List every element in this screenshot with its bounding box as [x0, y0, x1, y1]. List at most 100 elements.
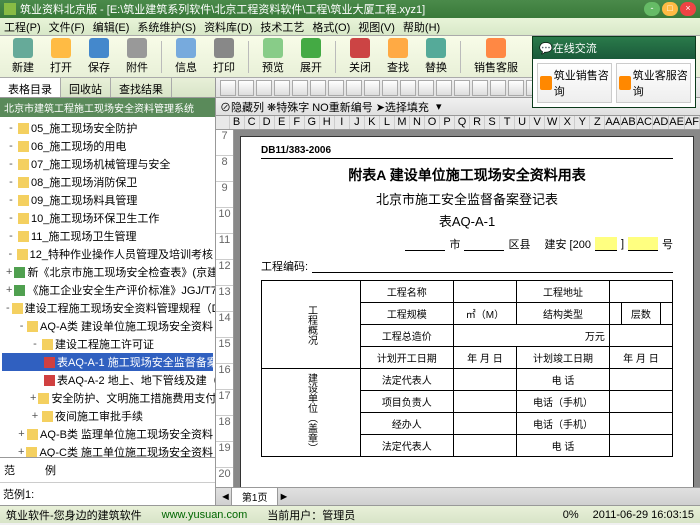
tree-toggle-icon[interactable]: - — [30, 338, 40, 350]
tree-node[interactable]: -08_施工现场消防保卫 — [2, 173, 213, 191]
district-field[interactable] — [464, 237, 504, 251]
tree-node[interactable]: +夜间施工审批手续 — [2, 407, 213, 425]
tree-toggle-icon[interactable]: - — [6, 212, 16, 224]
format-button[interactable] — [346, 80, 362, 96]
tree-toggle-icon[interactable]: + — [30, 410, 40, 422]
tree-node[interactable]: -11_施工现场卫生管理 — [2, 227, 213, 245]
tool-查找[interactable]: 查找 — [381, 36, 415, 77]
tree-toggle-icon[interactable]: - — [6, 248, 15, 260]
nav-prev[interactable]: ◄ — [220, 491, 231, 503]
tree-node[interactable]: -10_施工现场环保卫生工作 — [2, 209, 213, 227]
tree-node[interactable]: -建设工程施工许可证 — [2, 335, 213, 353]
format-button[interactable] — [490, 80, 506, 96]
tool-展开[interactable]: 展开 — [294, 36, 328, 77]
format-button[interactable] — [274, 80, 290, 96]
format-button[interactable] — [454, 80, 470, 96]
tree-node[interactable]: +AQ-C类 施工单位施工现场安全资料 — [2, 443, 213, 457]
city-field[interactable] — [405, 237, 445, 251]
format-button[interactable] — [310, 80, 326, 96]
tree-toggle-icon[interactable]: - — [6, 230, 16, 242]
tree-node[interactable]: +安全防护、文明施工措施费用支付证 — [2, 389, 213, 407]
tree-toggle-icon[interactable]: - — [18, 320, 25, 332]
chat-sales-button[interactable]: 筑业销售咨询 — [537, 63, 612, 103]
document-scroll[interactable]: DB11/383-2006 附表A 建设单位施工现场安全资料用表 北京市施工安全… — [234, 130, 700, 487]
tree-footer2: 范例1: — [0, 482, 215, 505]
page-tab-1[interactable]: 第1页 — [231, 487, 279, 505]
tree-node[interactable]: +新《北京市施工现场安全检查表》(京建施 — [2, 263, 213, 281]
format-button[interactable] — [400, 80, 416, 96]
tree-node[interactable]: -建设工程施工现场安全资料管理规程（DB11/ — [2, 299, 213, 317]
format-button[interactable] — [472, 80, 488, 96]
chat-support-button[interactable]: 筑业客服咨询 — [616, 63, 691, 103]
tree-node[interactable]: 表AQ-A-2 地上、地下管线及建（构 — [2, 371, 213, 389]
tree-toggle-icon[interactable]: - — [6, 122, 16, 134]
tree-toggle-icon[interactable]: + — [18, 446, 24, 457]
tool-预览[interactable]: 预览 — [256, 36, 290, 77]
tree-node[interactable]: +AQ-B类 监理单位施工现场安全资料 — [2, 425, 213, 443]
project-code-field[interactable] — [312, 259, 673, 273]
sidebar-tabs: 表格目录回收站查找结果 — [0, 78, 215, 98]
tree-node[interactable]: -06_施工现场的用电 — [2, 137, 213, 155]
tree-node[interactable]: -AQ-A类 建设单位施工现场安全资料 — [2, 317, 213, 335]
section-label2: 建设单位（盖章） — [262, 369, 361, 457]
minimize-button[interactable]: - — [644, 2, 660, 16]
tree-toggle-icon[interactable]: - — [6, 194, 16, 206]
tool-销售客服[interactable]: 销售客服 — [468, 36, 524, 77]
hide-col-button[interactable]: ⊘隐藏列 — [220, 99, 264, 115]
year-field[interactable] — [595, 237, 617, 251]
tool-保存[interactable]: 保存 — [82, 36, 116, 77]
tree-view[interactable]: -05_施工现场安全防护-06_施工现场的用电-07_施工现场机械管理与安全-0… — [0, 117, 215, 457]
maximize-button[interactable]: □ — [662, 2, 678, 16]
tree-toggle-icon[interactable]: - — [6, 302, 10, 314]
format-button[interactable] — [292, 80, 308, 96]
format-button[interactable] — [382, 80, 398, 96]
format-button[interactable] — [328, 80, 344, 96]
renumber-button[interactable]: NO重新编号 — [312, 99, 373, 115]
menu-item[interactable]: 文件(F) — [49, 19, 85, 35]
menu-item[interactable]: 工程(P) — [4, 19, 41, 35]
menu-item[interactable]: 格式(O) — [312, 19, 350, 35]
close-button[interactable]: × — [680, 2, 696, 16]
tree-toggle-icon[interactable]: - — [6, 176, 16, 188]
tool-打印[interactable]: 打印 — [207, 36, 241, 77]
format-button[interactable] — [436, 80, 452, 96]
menu-item[interactable]: 视图(V) — [358, 19, 395, 35]
tool-替换[interactable]: 替换 — [419, 36, 453, 77]
tree-node[interactable]: -07_施工现场机械管理与安全 — [2, 155, 213, 173]
menu-item[interactable]: 帮助(H) — [403, 19, 440, 35]
sidebar-tab[interactable]: 表格目录 — [0, 78, 61, 97]
tree-toggle-icon[interactable]: - — [6, 158, 16, 170]
number-field[interactable] — [628, 237, 658, 251]
menu-item[interactable]: 编辑(E) — [93, 19, 130, 35]
tree-node[interactable]: -09_施工现场料具管理 — [2, 191, 213, 209]
format-button[interactable] — [508, 80, 524, 96]
tree-node[interactable]: -12_特种作业操作人员管理及培训考核 — [2, 245, 213, 263]
format-button[interactable] — [256, 80, 272, 96]
fill-select-button[interactable]: ➤选择填充 — [376, 99, 429, 115]
menu-item[interactable]: 技术工艺 — [260, 19, 304, 35]
menu-item[interactable]: 系统维护(S) — [137, 19, 196, 35]
format-button[interactable] — [220, 80, 236, 96]
tool-信息[interactable]: 信息 — [169, 36, 203, 77]
tree-node[interactable]: 表AQ-A-1 施工现场安全监督备案登 — [2, 353, 213, 371]
tool-关闭[interactable]: 关闭 — [343, 36, 377, 77]
tree-toggle-icon[interactable]: - — [6, 140, 16, 152]
tool-打开[interactable]: 打开 — [44, 36, 78, 77]
format-button[interactable] — [238, 80, 254, 96]
special-char-button[interactable]: ❋特殊字 — [267, 99, 309, 115]
tool-附件[interactable]: 附件 — [120, 36, 154, 77]
nav-next[interactable]: ► — [278, 491, 289, 503]
status-url[interactable]: www.yusuan.com — [162, 509, 248, 521]
tree-toggle-icon[interactable]: + — [18, 428, 25, 440]
tree-toggle-icon[interactable]: + — [30, 392, 36, 404]
format-button[interactable] — [364, 80, 380, 96]
sidebar-tab[interactable]: 查找结果 — [111, 78, 172, 97]
tree-node[interactable]: -05_施工现场安全防护 — [2, 119, 213, 137]
menu-item[interactable]: 资料库(D) — [204, 19, 252, 35]
tree-toggle-icon[interactable]: + — [6, 266, 12, 278]
tool-新建[interactable]: 新建 — [6, 36, 40, 77]
tree-toggle-icon[interactable]: + — [6, 284, 12, 296]
sidebar-tab[interactable]: 回收站 — [61, 78, 111, 97]
tree-node[interactable]: +《施工企业安全生产评价标准》JGJ/T77-2 — [2, 281, 213, 299]
format-button[interactable] — [418, 80, 434, 96]
